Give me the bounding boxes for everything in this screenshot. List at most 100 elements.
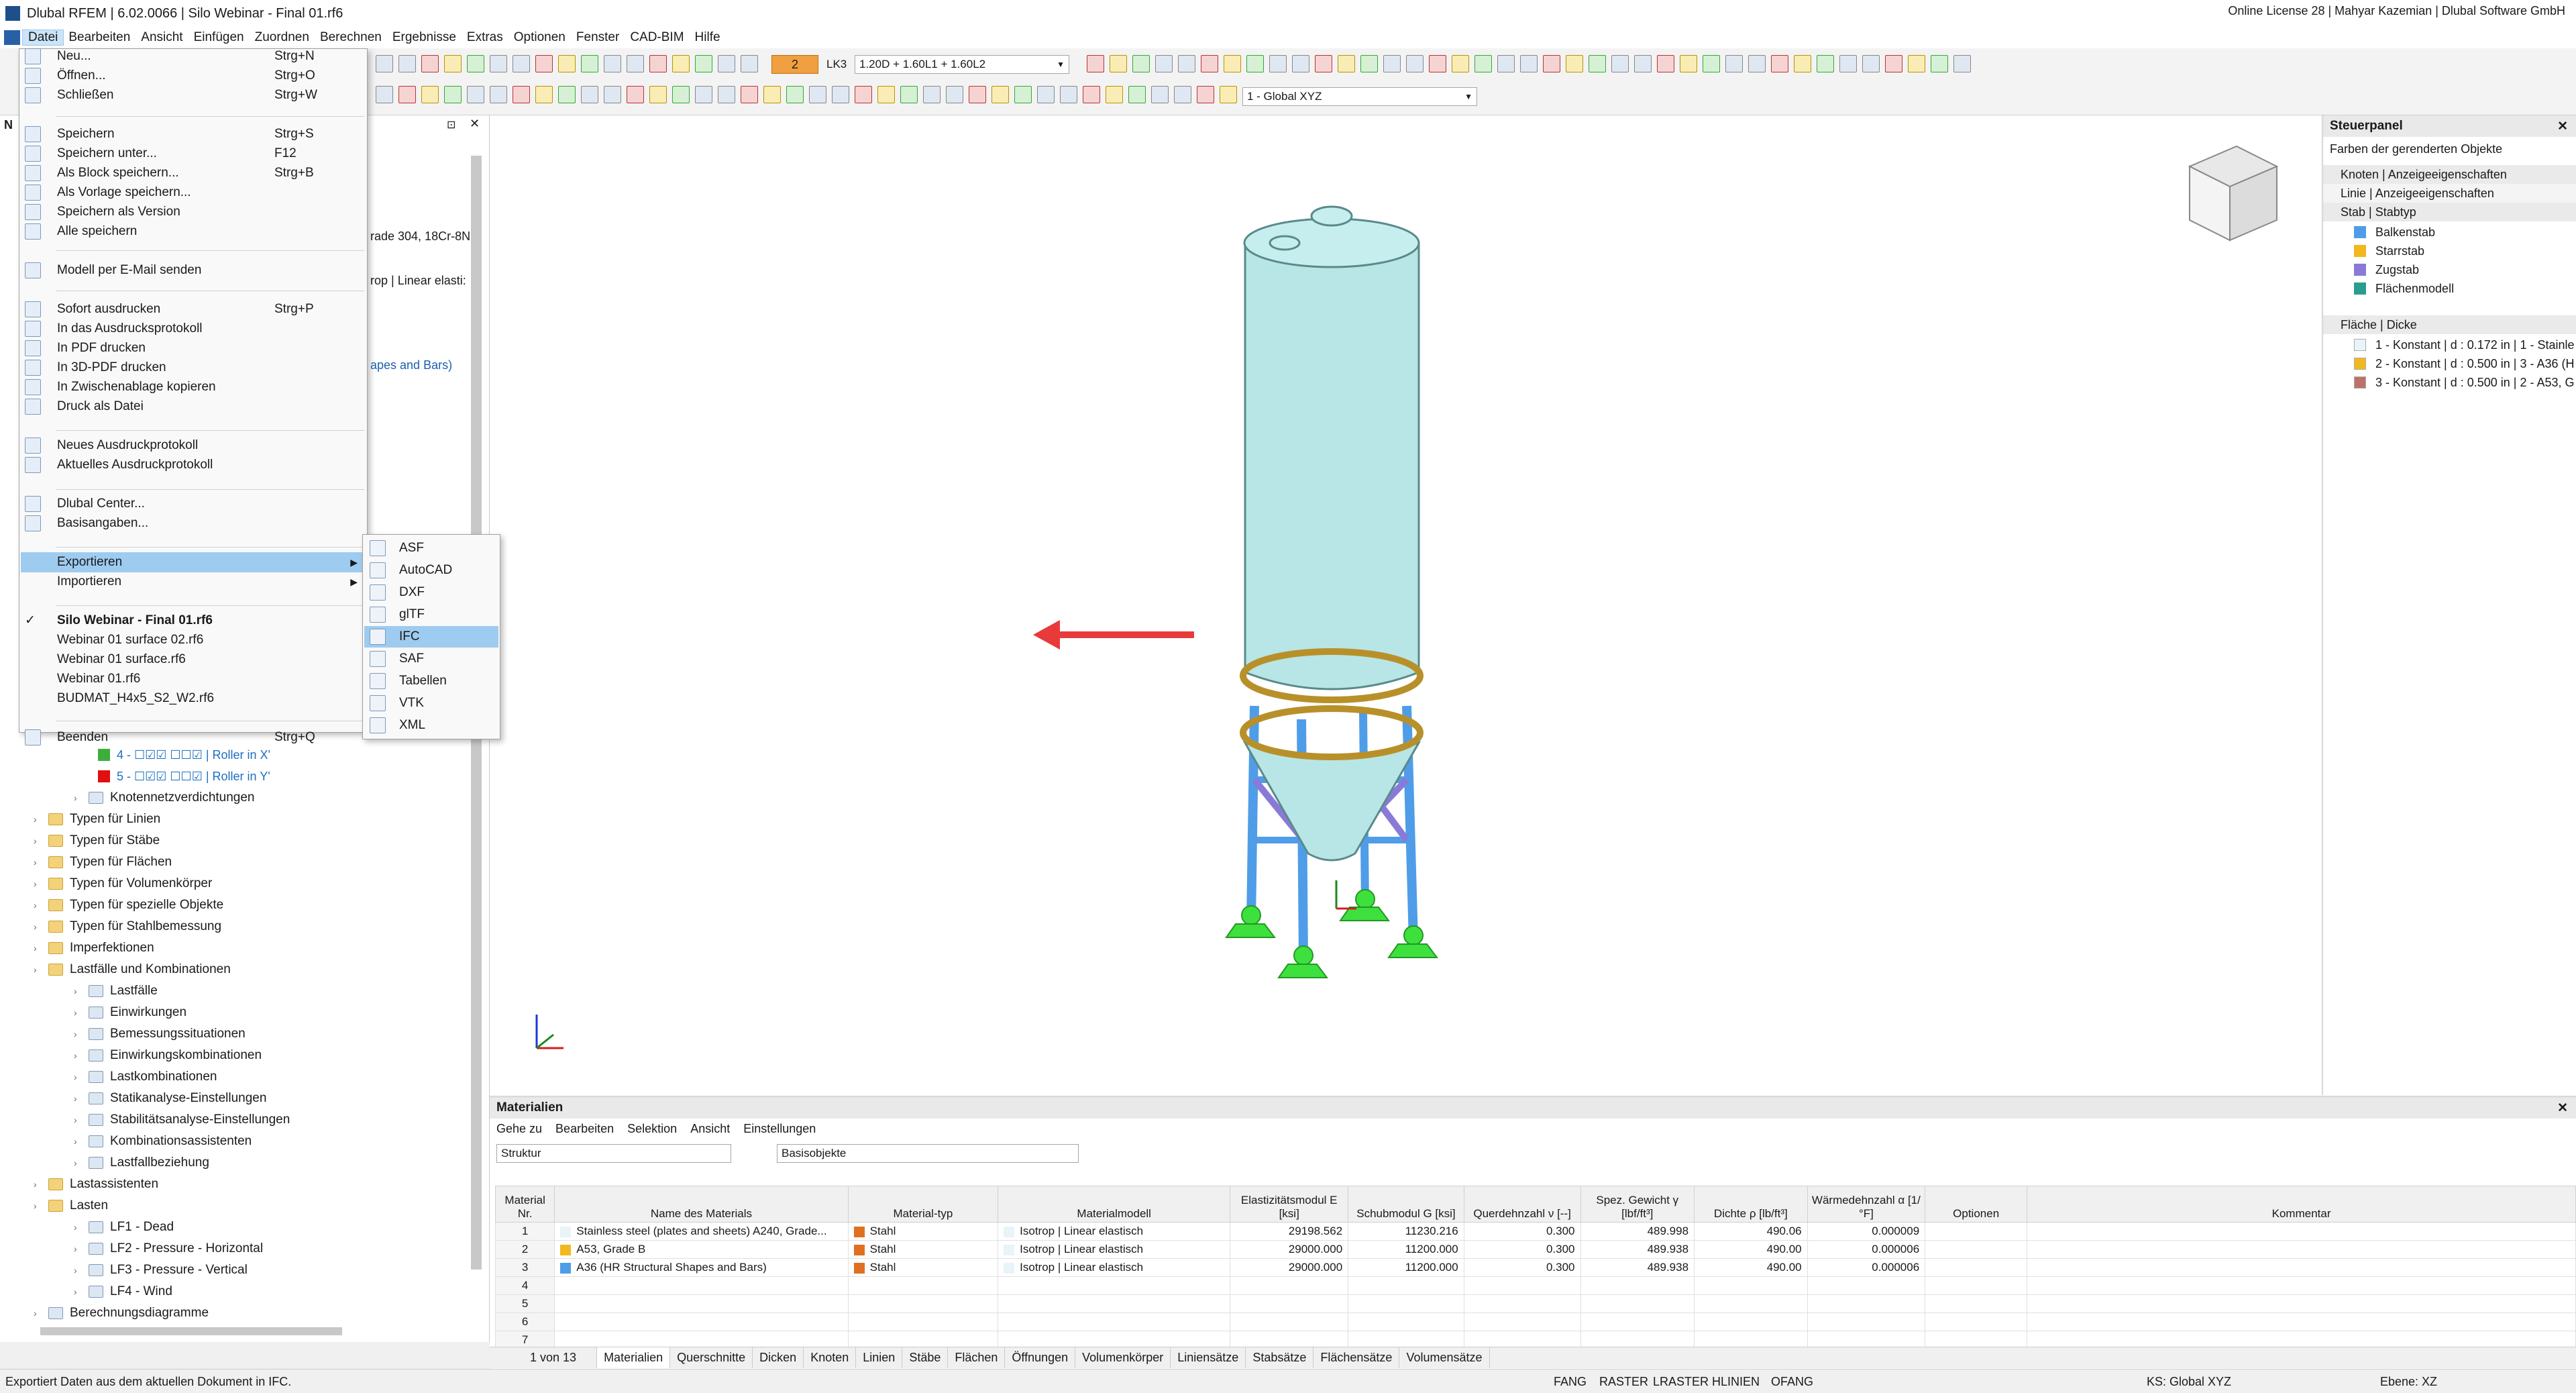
toolbar-button[interactable] — [1497, 55, 1515, 72]
table-cell[interactable]: Isotrop | Linear elastisch — [998, 1259, 1230, 1277]
tree-item[interactable]: ›Lastassistenten — [34, 1174, 158, 1194]
pin-icon[interactable]: ⊡ — [447, 118, 455, 132]
chevron-right-icon[interactable]: › — [34, 878, 48, 889]
table-cell[interactable]: 29198.562 — [1230, 1223, 1348, 1241]
table-cell[interactable] — [1580, 1277, 1695, 1295]
table-cell[interactable] — [1230, 1277, 1348, 1295]
menu-hilfe[interactable]: Hilfe — [690, 30, 726, 45]
file-menu-item[interactable]: ✓Silo Webinar - Final 01.rf6 — [21, 611, 366, 631]
tree-item[interactable]: ›Typen für Stäbe — [34, 831, 160, 851]
menu-fenster[interactable]: Fenster — [571, 30, 625, 45]
file-menu-item[interactable]: Webinar 01 surface 02.rf6 — [21, 630, 366, 650]
tree-item[interactable]: ›Lastfälle — [74, 981, 158, 1001]
chevron-right-icon[interactable]: › — [74, 792, 89, 803]
file-menu-item[interactable]: BUDMAT_H4x5_S2_W2.rf6 — [21, 688, 366, 709]
table-row[interactable]: 5 — [496, 1295, 2576, 1313]
table-cell[interactable] — [1580, 1313, 1695, 1331]
toolbar-button[interactable] — [1269, 55, 1287, 72]
toolbar-button[interactable] — [1178, 55, 1195, 72]
toolbar-button[interactable] — [1087, 55, 1104, 72]
toolbar-button[interactable] — [672, 86, 690, 103]
tree-item[interactable]: ›Stabilitätsanalyse-Einstellungen — [74, 1110, 290, 1130]
chevron-right-icon[interactable]: › — [74, 1115, 89, 1125]
app-menu-icon[interactable] — [4, 30, 20, 45]
file-menu-item[interactable]: Öffnen...Strg+O — [21, 66, 366, 86]
tree-item[interactable]: ›Knotennetzverdichtungen — [74, 788, 255, 808]
table-cell[interactable] — [1925, 1259, 2027, 1277]
tree-item[interactable]: ›Kombinationsassistenten — [74, 1131, 252, 1151]
tree-item[interactable]: ›LF1 - Dead — [74, 1217, 174, 1237]
chevron-right-icon[interactable]: › — [34, 964, 48, 975]
toolbar-button[interactable] — [1315, 55, 1332, 72]
file-menu-item[interactable]: SpeichernStrg+S — [21, 124, 366, 144]
chevron-right-icon[interactable]: › — [34, 943, 48, 953]
table-cell[interactable]: 0.300 — [1464, 1223, 1580, 1241]
toolbar-button[interactable] — [991, 86, 1009, 103]
table-cell[interactable]: 489.938 — [1580, 1241, 1695, 1259]
toolbar-button[interactable] — [1589, 55, 1606, 72]
toolbar-button[interactable] — [741, 55, 758, 72]
table-cell[interactable]: 1 — [496, 1223, 555, 1241]
table-cell[interactable] — [1925, 1313, 2027, 1331]
toolbar-button[interactable] — [969, 86, 986, 103]
toolbar-button[interactable] — [1174, 86, 1191, 103]
table-cell[interactable] — [1695, 1295, 1808, 1313]
toolbar-button[interactable] — [1037, 86, 1055, 103]
chevron-right-icon[interactable]: › — [34, 1200, 48, 1211]
toolbar-button[interactable] — [786, 86, 804, 103]
table-cell[interactable]: Stainless steel (plates and sheets) A240… — [555, 1223, 848, 1241]
file-menu-item[interactable]: Aktuelles Ausdruckprotokoll — [21, 455, 366, 475]
tree-item[interactable]: ›Statikanalyse-Einstellungen — [74, 1088, 266, 1108]
table-cell[interactable]: 3 — [496, 1259, 555, 1277]
tab-8[interactable]: Volumenkörper — [1075, 1347, 1171, 1368]
tab-12[interactable]: Volumensätze — [1399, 1347, 1489, 1368]
tree-support-item[interactable]: 4 - ☐☑☑ ☐☐☑ | Roller in X' — [98, 745, 270, 765]
toolbar-button[interactable] — [1429, 55, 1446, 72]
export-item-dxf[interactable]: DXF — [364, 582, 498, 603]
toolbar-button[interactable] — [535, 55, 553, 72]
toolbar-button[interactable] — [1862, 55, 1880, 72]
toolbar-button[interactable] — [1748, 55, 1766, 72]
table-cell[interactable]: 29000.000 — [1230, 1259, 1348, 1277]
toolbar-button[interactable] — [1014, 86, 1032, 103]
chevron-right-icon[interactable]: › — [74, 1157, 89, 1168]
chevron-right-icon[interactable]: › — [34, 1179, 48, 1190]
table-cell[interactable]: 0.000009 — [1807, 1223, 1925, 1241]
table-cell[interactable]: 5 — [496, 1295, 555, 1313]
file-menu-item[interactable]: Modell per E-Mail senden — [21, 260, 366, 280]
tree-item[interactable]: ›Einwirkungen — [74, 1002, 186, 1023]
menu-extras[interactable]: Extras — [462, 30, 508, 45]
file-menu-item[interactable]: Speichern als Version — [21, 202, 366, 222]
toggle-raster[interactable]: RASTER — [1599, 1375, 1648, 1389]
export-item-tabellen[interactable]: Tabellen — [364, 670, 498, 692]
chevron-right-icon[interactable]: › — [74, 1093, 89, 1104]
table-cell[interactable]: 11230.216 — [1348, 1223, 1464, 1241]
table-row[interactable]: 3A36 (HR Structural Shapes and Bars)Stah… — [496, 1259, 2576, 1277]
toolbar-button[interactable] — [672, 55, 690, 72]
file-menu-item[interactable]: In 3D-PDF drucken — [21, 358, 366, 378]
toolbar-button[interactable] — [376, 55, 393, 72]
tab-5[interactable]: Stäbe — [902, 1347, 948, 1368]
file-menu-item[interactable]: BeendenStrg+Q — [21, 727, 366, 747]
file-menu-item[interactable]: Neu...Strg+N — [21, 46, 366, 66]
table-cell[interactable] — [555, 1277, 848, 1295]
tab-11[interactable]: Flächensätze — [1313, 1347, 1399, 1368]
file-menu-item[interactable]: In das Ausdrucksprotokoll — [21, 319, 366, 339]
basis-filter[interactable]: Basisobjekte — [777, 1144, 1079, 1163]
toolbar-button[interactable] — [467, 86, 484, 103]
table-cell[interactable]: 0.000006 — [1807, 1241, 1925, 1259]
toggle-hlinien[interactable]: HLINIEN — [1712, 1375, 1760, 1389]
toolbar-button[interactable] — [763, 86, 781, 103]
toolbar-button[interactable] — [1132, 55, 1150, 72]
chevron-right-icon[interactable]: › — [74, 1136, 89, 1147]
toolbar-button[interactable] — [1220, 86, 1237, 103]
table-cell[interactable] — [1925, 1277, 2027, 1295]
file-menu-item[interactable]: Speichern unter...F12 — [21, 144, 366, 164]
table-cell[interactable]: Isotrop | Linear elastisch — [998, 1223, 1230, 1241]
chevron-right-icon[interactable]: › — [34, 1308, 48, 1319]
toolbar-button[interactable] — [877, 86, 895, 103]
tree-item[interactable]: ›LF2 - Pressure - Horizontal — [74, 1239, 263, 1259]
table-cell[interactable] — [1925, 1223, 2027, 1241]
toolbar-button[interactable] — [1338, 55, 1355, 72]
menu-edit[interactable]: Bearbeiten — [555, 1122, 614, 1136]
